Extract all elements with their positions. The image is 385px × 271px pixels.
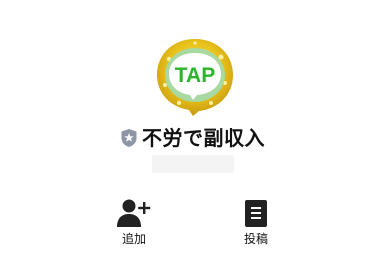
add-friend-button[interactable]: 追加 [104,198,164,253]
post-label: 投稿 [243,232,268,246]
tap-logo-icon: TAP [157,39,233,116]
shield-star-icon [120,128,138,148]
account-logo: TAP [155,37,235,117]
add-friend-label: 追加 [121,232,146,246]
add-friend-icon [104,198,164,228]
account-name: 不労で副収入 [142,126,265,150]
logo-text: TAP [175,64,215,87]
blurred-status-placeholder [152,155,234,173]
post-icon [226,198,286,228]
post-button[interactable]: 投稿 [226,198,286,253]
account-title-row: 不労で副収入 [0,124,385,152]
